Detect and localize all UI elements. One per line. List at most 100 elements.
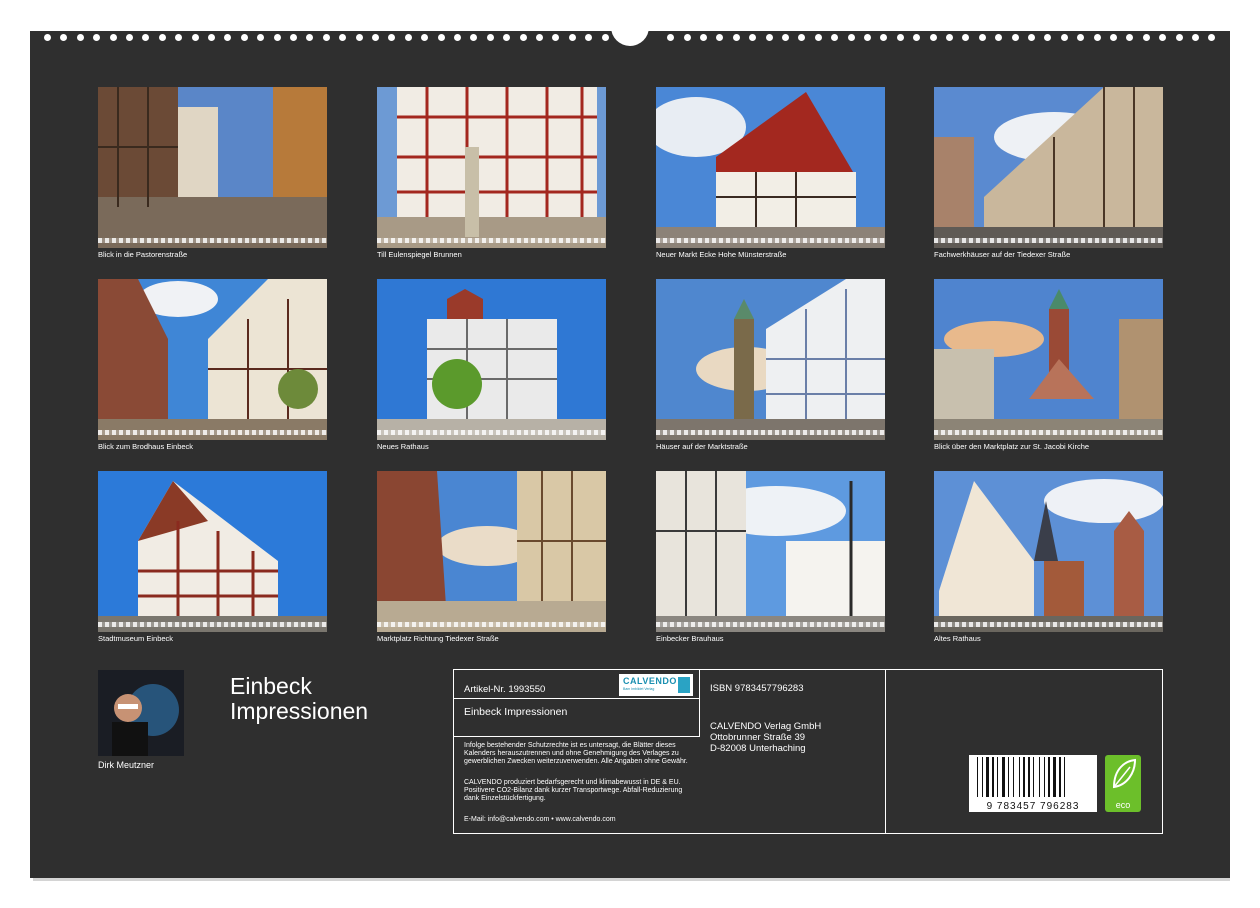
binding-hole <box>1044 34 1052 41</box>
binding-hole <box>60 34 68 41</box>
barcode-bar <box>1023 757 1025 797</box>
binding-hole <box>1060 34 1068 41</box>
binding-hole <box>93 34 101 41</box>
calendar-title-line-2: Impressionen <box>230 698 369 724</box>
month-caption: Neues Rathaus <box>377 442 429 451</box>
binding-hole <box>880 34 888 41</box>
barcode-digits: 9 783457 796283 <box>986 801 1080 812</box>
binding-hole <box>1077 34 1085 41</box>
binding-hole <box>126 34 133 41</box>
barcode-bar <box>1044 757 1045 797</box>
month-photo-6 <box>377 279 606 440</box>
barcode-bar <box>1064 757 1065 797</box>
month-photo-3 <box>656 87 885 248</box>
binding-hole <box>700 34 707 41</box>
binding-hole <box>142 34 150 41</box>
isbn-barcode: 9 783457 796283 <box>969 755 1097 812</box>
barcode-bar <box>997 757 998 797</box>
binding-hole <box>667 34 675 41</box>
barcode-bar <box>977 757 978 797</box>
barcode-bar <box>1008 757 1009 797</box>
binding-hole <box>76 34 84 41</box>
binding-hole <box>929 34 937 41</box>
binding-hole <box>191 34 199 41</box>
binding-hole <box>404 34 412 41</box>
month-caption: Blick zum Brodhaus Einbeck <box>98 442 194 451</box>
binding-hole <box>1192 34 1199 41</box>
month-photo-10 <box>377 471 606 632</box>
calvendo-logo-subtitle: Bam Imbildet Verlag <box>623 687 655 691</box>
legal-notice: Infolge bestehender Schutzrechte ist es … <box>464 742 688 765</box>
calendar-title: Einbeck Impressionen <box>230 674 368 724</box>
binding-hole <box>454 34 461 41</box>
leaf-icon <box>1112 758 1137 789</box>
binding-hole <box>1142 34 1150 41</box>
binding-hole <box>355 34 363 41</box>
barcode-bar <box>1048 757 1050 797</box>
calendar-title-line-1: Einbeck <box>230 673 312 699</box>
binding-hole <box>257 34 265 41</box>
binding-hole <box>421 34 429 41</box>
month-caption: Blick über den Marktplatz zur St. Jacobi… <box>934 442 1090 451</box>
binding-hole <box>208 34 215 41</box>
barcode-bar <box>1002 757 1005 797</box>
barcode-bar <box>1019 757 1020 797</box>
binding-hole <box>470 34 478 41</box>
binding-hole <box>536 34 543 41</box>
binding-hole <box>503 34 511 41</box>
month-photo-5 <box>98 279 327 440</box>
binding-hole <box>552 34 560 41</box>
binding-hole <box>224 34 232 41</box>
month-caption: Stadtmuseum Einbeck <box>98 634 174 643</box>
month-photo-11 <box>656 471 885 632</box>
binding-hole <box>995 34 1003 41</box>
month-photo-9 <box>98 471 327 632</box>
month-caption: Häuser auf der Marktstraße <box>656 442 748 451</box>
binding-hole <box>831 34 839 41</box>
binding-hole <box>290 34 297 41</box>
binding-hole <box>306 34 314 41</box>
month-photo-12 <box>934 471 1163 632</box>
month-photo-8 <box>934 279 1163 440</box>
binding-hole <box>913 34 921 41</box>
isbn: ISBN 9783457796283 <box>710 683 804 694</box>
barcode-bar <box>1053 757 1056 797</box>
binding-hole <box>568 34 576 41</box>
barcode-bar <box>1033 757 1034 797</box>
barcode-bar <box>992 757 994 797</box>
barcode-bar <box>1039 757 1040 797</box>
binding-hole <box>732 34 740 41</box>
binding-hole <box>683 34 691 41</box>
publisher-address: CALVENDO Verlag GmbH Ottobrunner Straße … <box>710 721 821 754</box>
binding-hole <box>749 34 757 41</box>
binding-hole <box>798 34 806 41</box>
binding-hole <box>962 34 970 41</box>
binding-hole <box>372 34 379 41</box>
barcode-bar <box>986 757 989 797</box>
binding-hole <box>1208 34 1216 41</box>
binding-hole <box>388 34 396 41</box>
binding-hole <box>273 34 281 41</box>
binding-hole <box>1011 34 1019 41</box>
publisher-street: Ottobrunner Straße 39 <box>710 732 806 743</box>
month-caption: Till Eulenspiegel Brunnen <box>377 250 462 259</box>
eco-label: eco <box>1115 800 1131 810</box>
author-portrait <box>98 670 184 756</box>
eco-badge: eco <box>1105 755 1141 812</box>
spiral-binding <box>30 14 1230 46</box>
publisher-name: CALVENDO Verlag GmbH <box>710 721 822 732</box>
author-name: Dirk Meutzner <box>98 760 155 770</box>
hanger-notch <box>611 14 649 46</box>
binding-hole <box>175 34 183 41</box>
publisher-city: D-82008 Unterhaching <box>710 743 806 754</box>
binding-hole <box>437 34 445 41</box>
month-caption: Einbecker Brauhaus <box>656 634 724 643</box>
binding-hole <box>339 34 347 41</box>
barcode-bar <box>1028 757 1030 797</box>
binding-hole <box>765 34 773 41</box>
binding-hole <box>158 34 166 41</box>
binding-hole <box>240 34 248 41</box>
month-photo-7 <box>656 279 885 440</box>
binding-hole <box>486 34 494 41</box>
binding-hole <box>109 34 117 41</box>
